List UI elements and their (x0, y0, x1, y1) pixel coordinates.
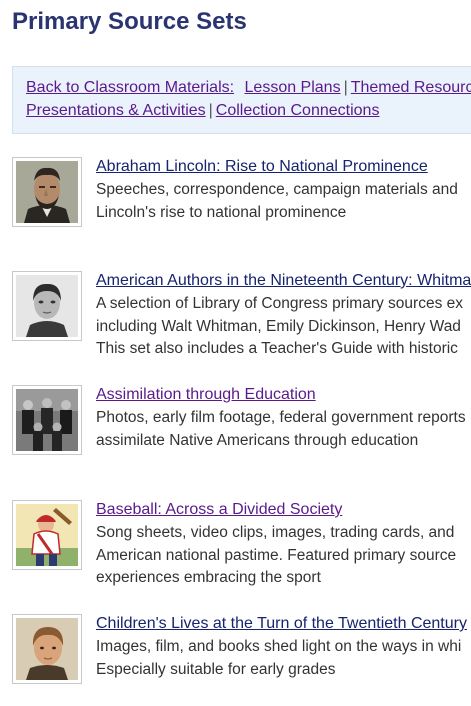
collection-connections-link[interactable]: Collection Connections (216, 102, 380, 119)
presentations-link[interactable]: Presentations & Activities (26, 102, 206, 119)
description-line: Speeches, correspondence, campaign mater… (96, 181, 458, 198)
description-line: assimilate Native Americans through educ… (96, 431, 419, 449)
description-line: Especially suitable for early grades (96, 660, 336, 678)
description-line: including Walt Whitman, Emily Dickinson,… (96, 317, 461, 335)
description-line: Lincoln's rise to national prominence (96, 203, 347, 221)
source-set-link-baseball[interactable]: Baseball: Across a Divided Society (96, 500, 342, 520)
description-line: Images, film, and books shed light on th… (96, 638, 462, 655)
lesson-plans-link[interactable]: Lesson Plans (245, 79, 341, 96)
source-set-link-childrens-lives[interactable]: Children's Lives at the Turn of the Twen… (96, 614, 467, 634)
source-set-link-lincoln[interactable]: Abraham Lincoln: Rise to National Promin… (96, 157, 428, 177)
author-portrait-icon[interactable] (12, 271, 82, 341)
description-line: American national pastime. Featured prim… (96, 546, 457, 564)
source-set-description: Images, film, and books shed light on th… (96, 636, 461, 681)
description-line: experiences embracing the sport (96, 569, 321, 586)
nav-line-2: Presentations & Activities | Collection Co… (26, 100, 471, 123)
nav-separator: | (343, 79, 348, 96)
source-set-description: Speeches, correspondence, campaign mater… (96, 179, 458, 224)
source-set-description: Photos, early film footage, federal gove… (96, 407, 466, 452)
source-set-item: Abraham Lincoln: Rise to National Promin… (12, 157, 471, 231)
lincoln-portrait-icon[interactable] (12, 157, 82, 227)
source-set-item: Children's Lives at the Turn of the Twen… (12, 614, 471, 688)
classroom-nav: Back to Classroom Materials: Lesson Plan… (12, 66, 471, 134)
baseball-player-icon[interactable] (12, 500, 82, 570)
source-set-item: Assimilation through Education Photos, e… (12, 385, 471, 459)
group-photo-icon[interactable] (12, 385, 82, 455)
themed-resources-link[interactable]: Themed Resources (351, 79, 471, 96)
nav-separator: | (208, 102, 213, 119)
source-set-description: A selection of Library of Congress prima… (96, 293, 463, 361)
source-set-description: Song sheets, video clips, images, tradin… (96, 522, 456, 590)
description-line: Song sheets, video clips, images, tradin… (96, 524, 455, 541)
source-set-item: American Authors in the Nineteenth Centu… (12, 271, 471, 357)
source-set-link-american-authors[interactable]: American Authors in the Nineteenth Centu… (96, 271, 471, 291)
source-set-item: Baseball: Across a Divided Society Song … (12, 500, 471, 586)
child-portrait-icon[interactable] (12, 614, 82, 684)
description-line: A selection of Library of Congress prima… (96, 295, 463, 312)
page-title: Primary Source Sets (12, 8, 247, 35)
description-line: This set also includes a Teacher's Guide… (96, 340, 458, 357)
back-to-classroom-link[interactable]: Back to Classroom Materials: (26, 79, 234, 96)
nav-line-1: Back to Classroom Materials: Lesson Plan… (26, 77, 471, 100)
description-line: Photos, early film footage, federal gove… (96, 409, 466, 426)
source-set-link-assimilation[interactable]: Assimilation through Education (96, 385, 316, 405)
